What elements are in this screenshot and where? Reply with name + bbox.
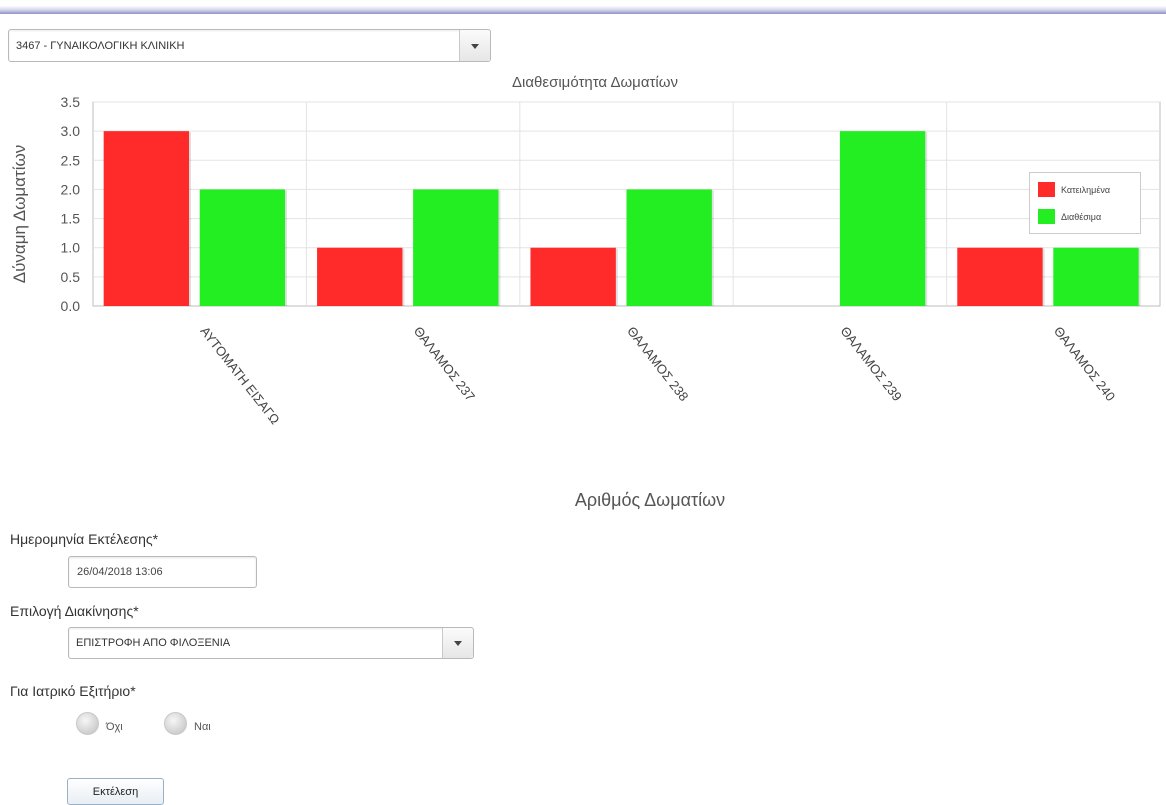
legend-label-occupied: Κατειλημένα [1061,185,1111,195]
bar-available [199,189,286,306]
legend-swatch-available [1038,209,1055,224]
movement-select[interactable]: ΕΠΙΣΤΡΟΦΗ ΑΠΟ ΦΙΛΟΞΕΝΙΑ [68,627,474,659]
bar-available [1053,247,1139,306]
y-tick-label: 2.5 [61,152,81,168]
execute-button[interactable]: Εκτέλεση [67,778,164,805]
room-availability-chart: 0.0 0.5 1.0 1.5 2.0 2.5 3.0 3.5 ΑΥΤΟΜΑΤΗ ΕΙΣΑΓΩ Θ… [61,94,1161,428]
bar-occupied [957,247,1043,306]
movement-select-dropdown-button[interactable] [442,628,473,658]
bar-available [839,131,926,306]
y-tick-label: 0.0 [61,298,81,314]
y-tick-label: 3.0 [61,123,81,139]
x-tick-label: ΘΑΛΑΜΟΣ 239 [838,324,905,404]
y-tick-label: 0.5 [61,269,81,285]
bar-occupied [317,247,403,306]
discharge-label: Για Ιατρικό Εξιτήριο* [10,683,136,699]
date-label: Ημερομηνία Εκτέλεσης* [10,531,159,547]
bar-available [626,189,712,306]
movement-label: Επιλογή Διακίνησης* [10,603,139,619]
bar-available [413,189,499,306]
x-tick-label: ΑΥΤΟΜΑΤΗ ΕΙΣΑΓΩ [197,324,283,428]
legend-label-available: Διαθέσιμα [1061,212,1102,222]
execute-button-label: Εκτέλεση [92,786,139,798]
execution-date-value: 26/04/2018 13:06 [77,566,163,578]
chart-x-axis-title: Αριθμός Δωματίων [574,490,726,510]
radio-no[interactable] [76,712,99,735]
x-tick-label: ΘΑΛΑΜΟΣ 237 [411,324,478,404]
execution-date-field[interactable]: 26/04/2018 13:06 [68,556,257,588]
x-tick-label: ΘΑΛΑΜΟΣ 240 [1051,324,1118,404]
chart-legend: Κατειλημένα Διαθέσιμα [1029,172,1141,234]
y-tick-label: 1.5 [61,211,81,227]
bar-occupied [103,131,190,306]
radio-no-label: Όχι [106,721,123,733]
y-tick-label: 3.5 [61,94,81,110]
bar-occupied [530,247,616,306]
y-tick-label: 1.0 [61,240,81,256]
radio-yes[interactable] [164,712,187,735]
radio-yes-label: Ναι [194,721,211,733]
y-tick-label: 2.0 [61,181,81,197]
legend-swatch-occupied [1038,182,1055,197]
x-tick-label: ΘΑΛΑΜΟΣ 238 [624,324,691,404]
movement-select-value: ΕΠΙΣΤΡΟΦΗ ΑΠΟ ΦΙΛΟΞΕΝΙΑ [76,637,231,649]
chevron-down-icon [454,641,462,646]
